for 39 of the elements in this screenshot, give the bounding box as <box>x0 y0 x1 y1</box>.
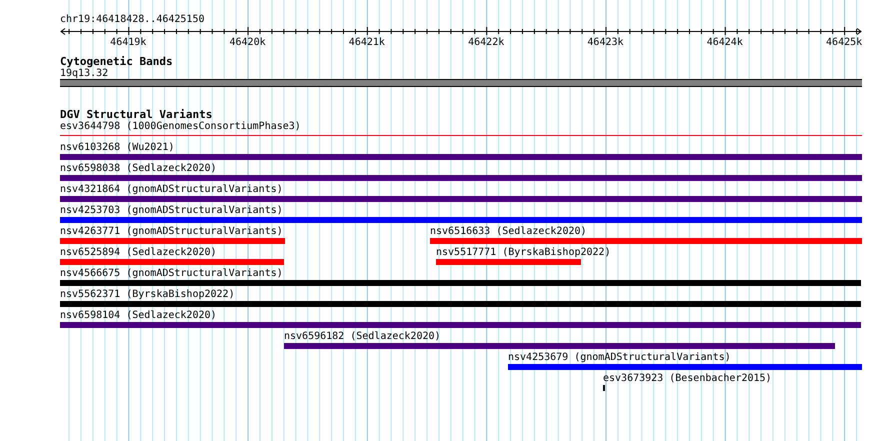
tick-label: 46424k <box>706 37 743 49</box>
track-title: Cytogenetic Bands <box>60 55 174 68</box>
variant-bar[interactable] <box>436 259 581 265</box>
variant-bar[interactable] <box>284 343 835 349</box>
track-title: DGV Structural Variants <box>60 108 214 121</box>
tick-label: 46421k <box>348 37 385 49</box>
variant-label: nsv6525894 (Sedlazeck2020) <box>60 247 217 258</box>
variant-label: nsv4321864 (gnomADStructuralVariants) <box>60 184 283 195</box>
tick-label: 46425k <box>826 37 862 49</box>
variant-label: nsv6598104 (Sedlazeck2020) <box>60 310 217 321</box>
tick-label: 46422k <box>468 37 504 49</box>
variant-bar[interactable] <box>60 175 862 181</box>
variant-bar[interactable] <box>60 196 862 202</box>
variant-label: nsv4253679 (gnomADStructuralVariants) <box>508 352 731 363</box>
variant-bar[interactable] <box>60 154 862 160</box>
variant-label: nsv6516633 (Sedlazeck2020) <box>430 226 587 237</box>
tick-label: 46423k <box>587 37 624 49</box>
variant-label: esv3673923 (Besenbacher2015) <box>603 373 772 384</box>
band-label: 19q13.32 <box>60 68 110 79</box>
variant-bar[interactable] <box>60 280 861 286</box>
variant-label: nsv4566675 (gnomADStructuralVariants) <box>60 268 283 279</box>
variant-bar[interactable] <box>60 322 861 328</box>
variant-label: nsv4253703 (gnomADStructuralVariants) <box>60 205 283 216</box>
variant-bar[interactable] <box>430 238 862 244</box>
variant-bar[interactable] <box>60 259 284 265</box>
variant-bar[interactable] <box>60 301 861 307</box>
variant-label: nsv4263771 (gnomADStructuralVariants) <box>60 226 283 237</box>
variant-bar[interactable] <box>60 217 862 223</box>
variant-label: nsv6598038 (Sedlazeck2020) <box>60 163 217 174</box>
variant-label: esv3644798 (1000GenomesConsortiumPhase3) <box>60 121 301 132</box>
tick-label: 46419k <box>110 37 146 49</box>
variant-bar[interactable] <box>60 238 285 244</box>
variant-label: nsv5562371 (ByrskaBishop2022) <box>60 289 235 300</box>
variant-label: nsv6596182 (Sedlazeck2020) <box>284 331 441 342</box>
region-title: chr19:46418428..46425150 <box>60 14 206 26</box>
variant-label: nsv5517771 (ByrskaBishop2022) <box>436 247 611 258</box>
variant-label: nsv6103268 (Wu2021) <box>60 142 174 153</box>
tick-label: 46420k <box>229 37 266 49</box>
variant-bar[interactable] <box>508 364 862 370</box>
